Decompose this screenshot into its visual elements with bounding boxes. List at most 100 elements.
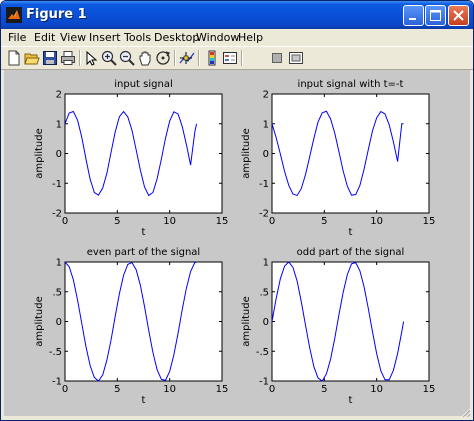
- x-tick-label: 15: [216, 216, 229, 227]
- x-tick-label: 5: [114, 216, 120, 227]
- save-icon: [43, 51, 57, 65]
- open-file-button[interactable]: [24, 50, 40, 66]
- rotate-3d-button[interactable]: [155, 50, 171, 66]
- axes-4[interactable]: [271, 261, 430, 382]
- menu-file[interactable]: File: [8, 31, 26, 44]
- x-tick-label: 10: [163, 384, 176, 395]
- y-tick-label: 2: [56, 90, 62, 101]
- y-tick-label: -.5: [256, 347, 269, 358]
- y-tick-label: 1: [56, 258, 62, 269]
- menu-bar: File Edit View Insert Tools Desktop Wind…: [1, 29, 473, 46]
- data-cursor-button[interactable]: [179, 50, 195, 66]
- y-tick-label: -2: [259, 209, 269, 220]
- zoom-in-button[interactable]: [101, 50, 117, 66]
- y-tick-label: -1: [259, 179, 269, 190]
- data-cursor-icon: [179, 52, 195, 64]
- menu-view[interactable]: View: [60, 31, 86, 44]
- axes-title: odd part of the signal: [297, 247, 405, 258]
- menu-edit[interactable]: Edit: [34, 31, 55, 44]
- plot-area: 0 5 10 15-2-1012input signaltamplitude0 5 10 1…: [34, 79, 436, 406]
- menu-desktop[interactable]: Desktop: [154, 31, 199, 44]
- x-tick-label: 5: [114, 384, 120, 395]
- resize-grip-icon[interactable]: [459, 406, 471, 418]
- y-tick-label: 0: [263, 317, 269, 328]
- toolbar-separator: [198, 50, 200, 66]
- axes-1[interactable]: [64, 93, 223, 214]
- y-axis-label: amplitude: [34, 296, 45, 347]
- x-tick-label: 5: [321, 216, 327, 227]
- y-tick-label: -1: [259, 377, 269, 388]
- x-tick-label: 0: [269, 216, 275, 227]
- open-file-icon: [24, 53, 40, 65]
- menu-help[interactable]: Help: [238, 31, 263, 44]
- pan-button[interactable]: [137, 50, 153, 66]
- toolbar-separator: [241, 50, 243, 66]
- axes-title: even part of the signal: [87, 247, 200, 258]
- x-tick-label: 5: [321, 384, 327, 395]
- x-tick-label: 10: [163, 216, 176, 227]
- legend-icon: [223, 52, 237, 64]
- colorbar-icon: [208, 50, 216, 66]
- x-tick-label: 10: [370, 384, 383, 395]
- window-title: Figure 1: [26, 7, 87, 22]
- y-tick-label: 0: [56, 317, 62, 328]
- close-icon: [453, 10, 464, 21]
- x-tick-label: 15: [423, 384, 436, 395]
- maximize-icon: [430, 10, 441, 21]
- x-axis-label: t: [349, 395, 353, 406]
- x-tick-label: 0: [62, 216, 68, 227]
- y-tick-label: 1: [263, 119, 269, 130]
- y-axis-label: amplitude: [241, 296, 252, 347]
- menu-insert[interactable]: Insert: [89, 31, 121, 44]
- figure-toolbar: [1, 46, 473, 70]
- zoom-in-icon: [101, 50, 117, 66]
- colorbar-button[interactable]: [204, 50, 220, 66]
- pan-icon: [139, 51, 151, 66]
- show-plot-tools-button[interactable]: [288, 50, 304, 66]
- y-tick-label: 2: [263, 90, 269, 101]
- axes-3[interactable]: [64, 261, 223, 382]
- y-tick-label: 1: [263, 258, 269, 269]
- minimize-icon: [409, 18, 416, 20]
- hide-plot-tools-icon: [272, 53, 282, 63]
- zoom-out-icon: [119, 50, 135, 66]
- menu-window[interactable]: Window: [196, 31, 239, 44]
- x-tick-label: 10: [370, 216, 383, 227]
- hide-plot-tools-button[interactable]: [269, 50, 285, 66]
- x-axis-label: t: [142, 227, 146, 238]
- print-button[interactable]: [60, 50, 76, 66]
- x-tick-label: 0: [269, 384, 275, 395]
- title-bar[interactable]: Figure 1: [1, 1, 473, 29]
- toolbar-separator: [79, 50, 81, 66]
- y-axis-label: amplitude: [34, 128, 45, 179]
- x-tick-label: 15: [216, 384, 229, 395]
- axes-title: input signal: [114, 79, 172, 90]
- y-tick-label: -2: [52, 209, 62, 220]
- zoom-out-button[interactable]: [119, 50, 135, 66]
- y-tick-label: -1: [52, 377, 62, 388]
- show-plot-tools-icon: [289, 52, 303, 64]
- y-tick-label: 0: [263, 149, 269, 160]
- rotate-3d-icon: [156, 51, 171, 65]
- maximize-button[interactable]: [425, 5, 446, 26]
- y-tick-label: 0: [56, 149, 62, 160]
- close-button[interactable]: [448, 5, 469, 26]
- minimize-button[interactable]: [403, 5, 424, 26]
- save-button[interactable]: [42, 50, 58, 66]
- edit-plot-button[interactable]: [83, 50, 99, 66]
- figure-canvas: 0 5 10 15 -2 -1 0 1 2 input signal t amplitude 0 5 10 1…: [4, 70, 470, 416]
- y-tick-label: -1: [52, 179, 62, 190]
- y-tick-label: .5: [259, 287, 269, 298]
- axes-title: input signal with t=-t: [298, 79, 404, 90]
- new-figure-icon: [8, 50, 20, 66]
- x-axis-label: t: [349, 227, 353, 238]
- new-figure-button[interactable]: [6, 50, 22, 66]
- y-tick-label: .5: [52, 287, 62, 298]
- y-axis-label: amplitude: [241, 128, 252, 179]
- figure-window: Figure 1 File Edit View Insert Tools Des…: [0, 0, 474, 421]
- menu-tools[interactable]: Tools: [124, 31, 151, 44]
- x-tick-label: 15: [423, 216, 436, 227]
- legend-button[interactable]: [222, 50, 238, 66]
- toolbar-separator: [174, 50, 176, 66]
- x-axis-label: t: [142, 395, 146, 406]
